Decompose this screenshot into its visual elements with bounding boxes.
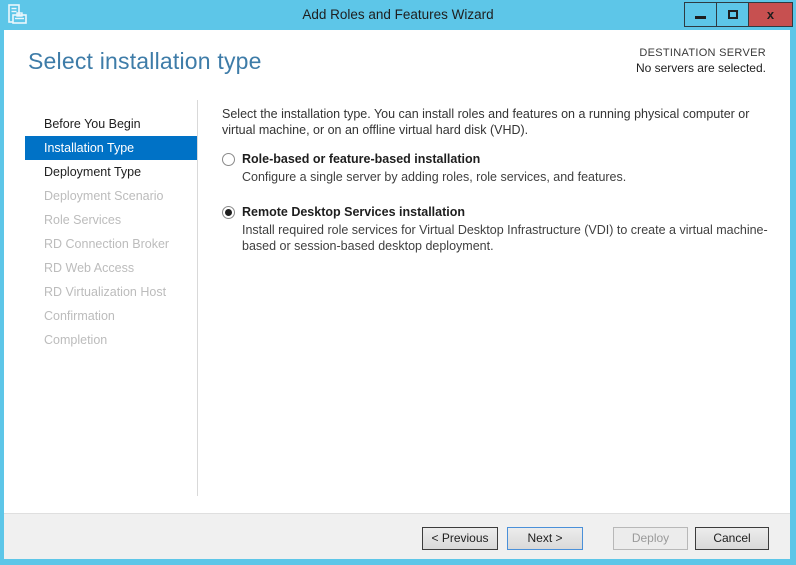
wizard-window: Add Roles and Features Wizard x Select i… [0,0,796,565]
radio-role-based-installation[interactable] [222,152,235,166]
option-role-based-label: Role-based or feature-based installation [242,152,481,166]
option-role-based-head[interactable]: Role-based or feature-based installation [222,152,778,166]
page-title: Select installation type [28,48,262,74]
option-rds-description: Install required role services for Virtu… [242,223,768,253]
window-title: Add Roles and Features Wizard [302,7,494,22]
footer-bar: < Previous Next > Deploy Cancel [4,513,790,559]
destination-server-label: DESTINATION SERVER [639,47,766,59]
sidebar-item-confirmation: Confirmation [44,309,115,323]
sidebar-item-rd-connection-broker: RD Connection Broker [44,237,170,251]
wizard-client-area: Select installation type DESTINATION SER… [4,30,790,559]
titlebar: Add Roles and Features Wizard x [0,0,796,30]
sidebar-item-deployment-type[interactable]: Deployment Type [25,160,197,184]
sidebar-item-rd-web-access: RD Web Access [44,261,135,275]
maximize-icon [727,10,738,19]
sidebar-item-role-services: Role Services [44,213,122,227]
window-controls: x [684,2,793,27]
option-rds-head[interactable]: Remote Desktop Services installation [222,205,778,219]
sidebar-item-deployment-scenario: Deployment Scenario [44,189,164,203]
minimize-icon [695,16,706,19]
sidebar-divider [197,100,198,496]
previous-button[interactable]: < Previous [422,527,498,550]
sidebar-item-before-you-begin[interactable]: Before You Begin [25,112,197,136]
next-button[interactable]: Next > [507,527,583,550]
destination-server-status: No servers are selected. [635,61,766,75]
intro-text: Select the installation type. You can in… [222,107,750,137]
sidebar-item-rd-virtualization-host: RD Virtualization Host [44,285,167,299]
close-icon: x [766,7,775,22]
option-rds-installation: Remote Desktop Services installation Ins… [222,205,778,254]
deploy-button: Deploy [613,527,688,550]
minimize-button[interactable] [684,2,717,27]
sidebar-item-installation-type[interactable]: Installation Type [25,136,197,160]
option-role-based-description: Configure a single server by adding role… [242,170,627,184]
radio-rds-installation[interactable] [222,205,235,219]
close-button[interactable]: x [748,2,793,27]
cancel-button[interactable]: Cancel [695,527,769,550]
option-role-based-installation: Role-based or feature-based installation… [222,152,778,185]
maximize-button[interactable] [716,2,749,27]
wizard-steps-sidebar: Before You Begin Installation Type Deplo… [4,112,197,352]
sidebar-item-completion: Completion [44,333,108,347]
destination-server-block: DESTINATION SERVER No servers are select… [636,47,766,75]
option-rds-label: Remote Desktop Services installation [242,205,465,219]
